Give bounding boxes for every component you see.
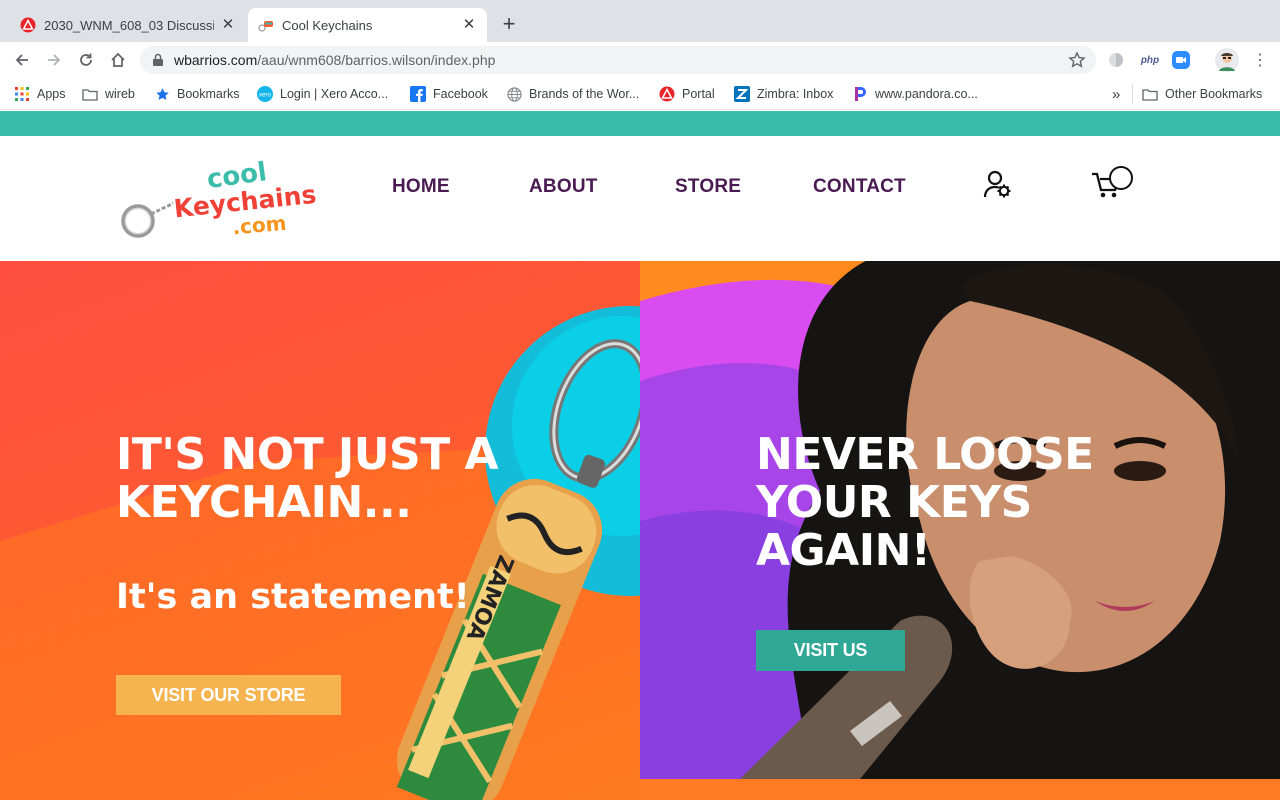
bookmark-brands[interactable]: Brands of the Wor... <box>506 85 639 103</box>
folder-icon <box>1142 86 1158 102</box>
bookmark-label: wireb <box>105 87 135 101</box>
reload-button[interactable] <box>74 48 98 72</box>
nav-contact[interactable]: CONTACT <box>813 176 906 198</box>
cart-count-badge <box>1109 166 1133 190</box>
bookmark-label: Other Bookmarks <box>1165 87 1263 101</box>
bookmarks-overflow-chevron-icon[interactable]: » <box>1112 85 1120 103</box>
svg-text:xero: xero <box>259 93 271 99</box>
lock-icon <box>153 53 163 66</box>
bookmark-label: Apps <box>37 87 66 101</box>
bookmark-star-icon[interactable] <box>1068 51 1086 69</box>
globe-icon <box>506 86 522 102</box>
bookmark-pandora[interactable]: www.pandora.co... <box>852 85 978 103</box>
keychain-product-image: ZAMOA <box>0 306 640 800</box>
bookmark-label: Login | Xero Acco... <box>280 87 389 101</box>
extension-zoom-icon[interactable] <box>1172 51 1190 69</box>
xero-icon: xero <box>257 86 273 102</box>
logo-word-dotcom: .com <box>231 211 287 240</box>
apps-grid-icon <box>14 86 30 102</box>
bookmark-bookmarks[interactable]: Bookmarks <box>154 85 240 103</box>
browser-tab-strip: 2030_WNM_608_03 Discussion ✕ Cool Keycha… <box>0 0 1280 42</box>
cool-keychains-logo[interactable]: cool Keychains .com <box>118 158 328 242</box>
bookmark-label: www.pandora.co... <box>875 87 978 101</box>
bookmark-other-bookmarks[interactable]: Other Bookmarks <box>1142 85 1262 103</box>
tab-title: 2030_WNM_608_03 Discussion <box>44 17 214 33</box>
hero-left-headline: IT'S NOT JUST A KEYCHAIN... <box>116 429 499 528</box>
bookmark-divider <box>1132 84 1133 104</box>
bookmark-label: Portal <box>682 87 715 101</box>
bookmark-folder-wireb[interactable]: wireb <box>82 85 135 103</box>
home-button[interactable] <box>106 48 130 72</box>
bookmark-zimbra[interactable]: Zimbra: Inbox <box>734 85 833 103</box>
bookmark-portal[interactable]: Portal <box>659 85 715 103</box>
hero-left-subheadline: It's an statement! <box>116 577 470 617</box>
user-settings-icon[interactable] <box>983 170 1013 200</box>
reload-icon <box>80 53 92 66</box>
portal-favicon-icon <box>20 17 36 33</box>
bookmark-xero[interactable]: xero Login | Xero Acco... <box>257 85 388 103</box>
extension-sync-icon[interactable] <box>1106 51 1126 69</box>
portal-icon <box>659 86 675 102</box>
url-path: /aau/wnm608/barrios.wilson/index.php <box>257 52 496 68</box>
hero-right-headline: NEVER LOOSE YOUR KEYS AGAIN! <box>756 429 1094 576</box>
bookmark-facebook[interactable]: Facebook <box>410 85 488 103</box>
back-button[interactable] <box>10 48 34 72</box>
bookmarks-bar: Apps wireb Bookmarks xero Login | Xero A… <box>0 78 1280 110</box>
facebook-icon <box>410 86 426 102</box>
arrow-left-icon <box>15 54 28 66</box>
pandora-icon <box>852 86 868 102</box>
browser-tab-cool-keychains[interactable]: Cool Keychains ✕ <box>248 8 487 42</box>
address-bar[interactable]: wbarrios.com/aau/wnm608/barrios.wilson/i… <box>140 46 1096 74</box>
arrow-right-icon <box>48 54 61 66</box>
site-header: cool Keychains .com HOME ABOUT STORE CON… <box>0 136 1280 261</box>
bookmark-label: Bookmarks <box>177 87 240 101</box>
zimbra-icon <box>734 86 750 102</box>
site-top-bar <box>0 111 1280 136</box>
forward-button[interactable] <box>42 48 66 72</box>
bookmark-label: Brands of the Wor... <box>529 87 640 101</box>
hero-panel-right: NEVER LOOSE YOUR KEYS AGAIN! VISIT US <box>640 261 1280 779</box>
folder-icon <box>82 86 98 102</box>
next-section-preview <box>640 779 1280 800</box>
browser-toolbar: wbarrios.com/aau/wnm608/barrios.wilson/i… <box>0 42 1280 78</box>
bookmark-label: Facebook <box>433 87 488 101</box>
bookmark-apps[interactable]: Apps <box>14 85 66 103</box>
browser-tab-discussion[interactable]: 2030_WNM_608_03 Discussion ✕ <box>10 8 246 42</box>
tab-title: Cool Keychains <box>282 17 373 33</box>
close-tab-icon[interactable]: ✕ <box>220 17 236 33</box>
star-icon <box>154 86 170 102</box>
profile-avatar[interactable] <box>1214 47 1240 73</box>
nav-store[interactable]: STORE <box>675 176 741 198</box>
cart-icon[interactable] <box>1090 164 1136 200</box>
bookmark-label: Zimbra: Inbox <box>757 87 834 101</box>
nav-about[interactable]: ABOUT <box>529 176 598 198</box>
extension-php-icon[interactable]: php <box>1138 51 1162 69</box>
hero-panel-left: ZAMOA IT'S NOT JUST A KEYCHAIN... It's a… <box>0 261 640 800</box>
visit-our-store-button[interactable]: VISIT OUR STORE <box>116 675 341 715</box>
close-tab-icon[interactable]: ✕ <box>461 17 477 33</box>
visit-us-button[interactable]: VISIT US <box>756 630 905 671</box>
url-text: wbarrios.com/aau/wnm608/barrios.wilson/i… <box>174 52 495 68</box>
nav-home[interactable]: HOME <box>392 176 450 198</box>
browser-menu-icon[interactable]: ⋮ <box>1252 51 1268 69</box>
keychain-favicon-icon <box>258 21 273 32</box>
home-icon <box>111 52 125 67</box>
new-tab-button[interactable]: + <box>497 12 521 36</box>
url-host: wbarrios.com <box>174 52 258 68</box>
